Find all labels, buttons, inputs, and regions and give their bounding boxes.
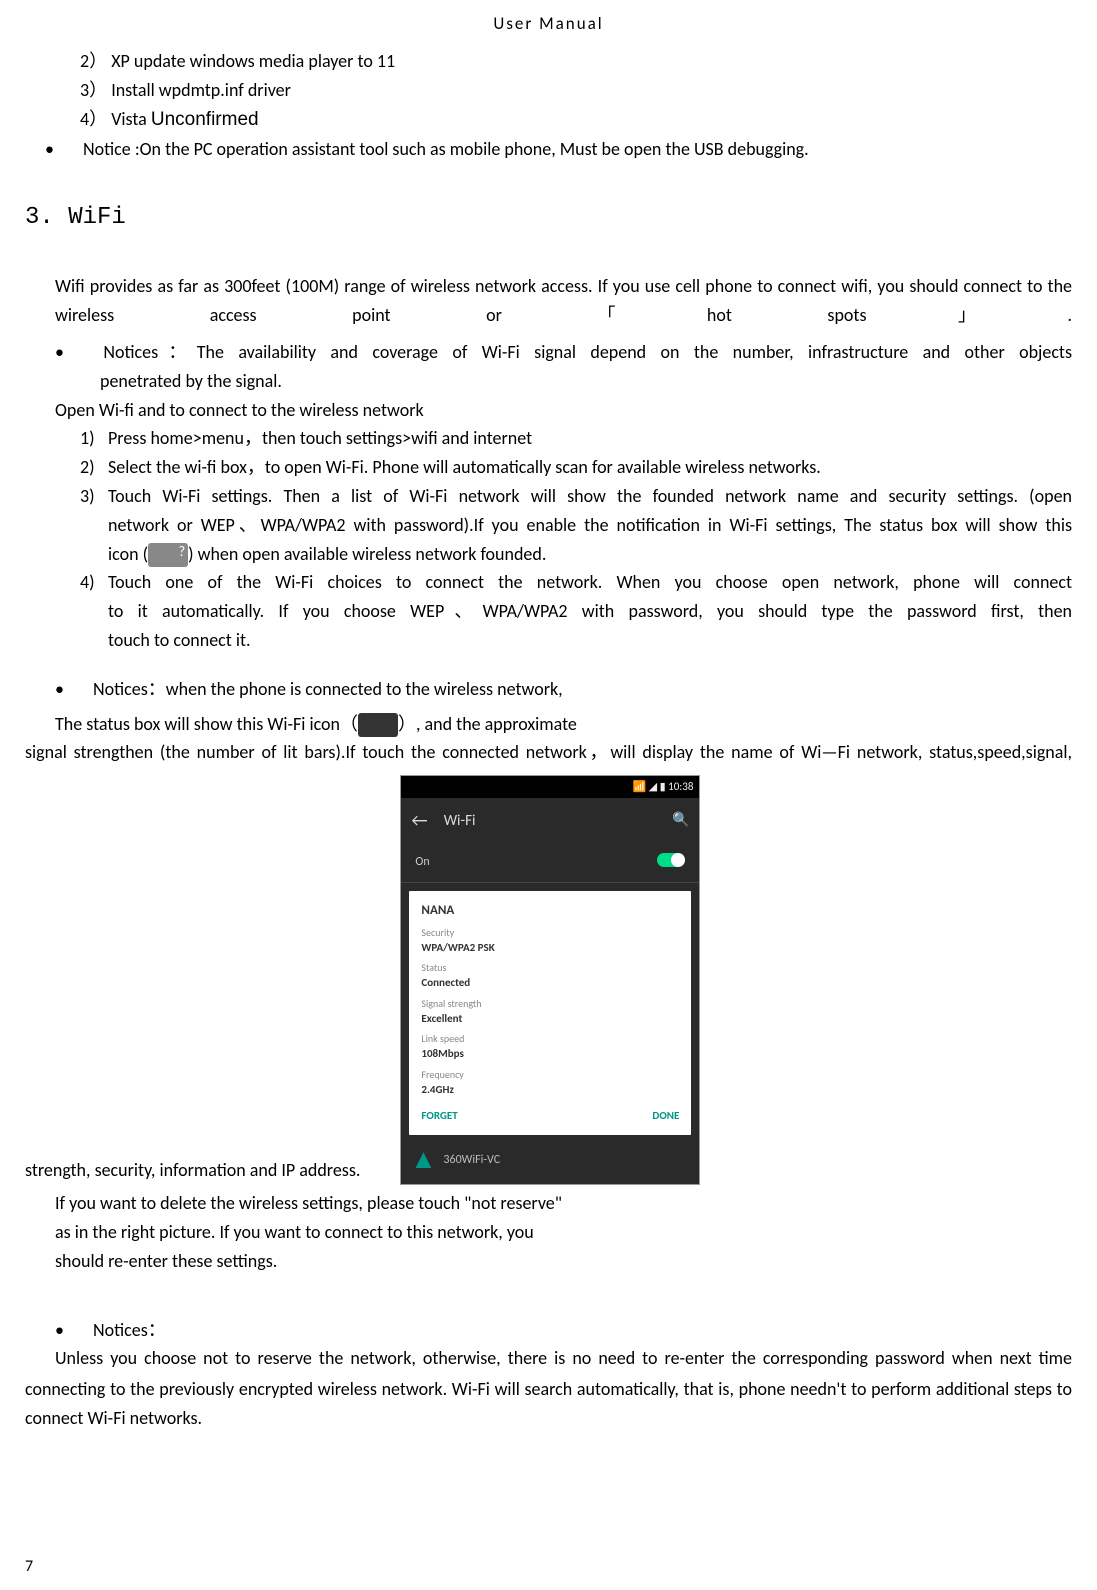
security-label: Security (421, 925, 679, 940)
final-notice: Notices： (55, 1316, 1072, 1345)
search-icon[interactable]: 🔍 (672, 809, 689, 831)
step-4: 4)Touch one of the Wi-Fi choices to conn… (80, 568, 1072, 597)
signal-line: signal strengthen (the number of lit bar… (25, 738, 1072, 767)
back-icon[interactable]: ← (411, 806, 427, 835)
section-heading-wifi: 3. WiFi (25, 199, 1072, 237)
open-wifi-heading: Open Wi-fi and to connect to the wireles… (55, 396, 1072, 425)
phone-status-bar: 📶 ◢ ▮ 10:38 (401, 776, 699, 798)
status-value: Connected (421, 975, 679, 992)
step-4-l3: touch to connect it. (108, 626, 1072, 655)
link-label: Link speed (421, 1031, 679, 1046)
list-item-4-prefix: 4） Vista (80, 108, 151, 130)
network-name: NANA (421, 901, 679, 921)
page-header: User Manual (25, 10, 1072, 37)
step-4-l1: Touch one of the Wi-Fi choices to connec… (108, 571, 1072, 593)
list-item-2: 2） XP update windows media player to 11 (80, 47, 1072, 76)
phone-time: 10:38 (668, 780, 693, 793)
notice-availability-label: Notices： (103, 341, 196, 363)
signal-value: Excellent (421, 1011, 679, 1028)
final-p1: Unless you choose not to reserve the net… (55, 1344, 1072, 1373)
link-value: 108Mbps (421, 1046, 679, 1063)
step-3-icon-pre: icon ( (108, 543, 148, 565)
network-row-1[interactable]: 360WiFi-VC (401, 1143, 699, 1178)
freq-value: 2.4GHz (421, 1082, 679, 1099)
final-notice-label: Notices： (93, 1319, 166, 1341)
strength-line: strength, security, information and IP a… (25, 1156, 360, 1185)
step-1-text: Press home>menu，then touch settings>wifi… (108, 427, 532, 449)
network-row-2[interactable]: 360WiFi-C91D (401, 1178, 699, 1185)
statusbox-post: ）, and the approximate (398, 713, 577, 735)
list-item-4: 4） Vista Unconfirmed (80, 105, 1072, 135)
wifi-details-dialog: NANA Security WPA/WPA2 PSK Status Connec… (409, 891, 691, 1135)
wifi-toggle[interactable] (657, 853, 685, 867)
done-button[interactable]: DONE (652, 1108, 679, 1125)
step-3: 3)Touch Wi-Fi settings. Then a list of W… (80, 482, 1072, 511)
step-3-l2: network or WEP、WPA/WPA2 with password).I… (108, 511, 1072, 540)
notice-connected-label: Notices： (93, 678, 166, 700)
notice-availability-l2: penetrated by the signal. (100, 367, 1072, 396)
step-3-icon-post: ) when open available wireless network f… (188, 543, 546, 565)
delete-p3: should re-enter these settings. (55, 1247, 1072, 1276)
wifi-icon (415, 1152, 431, 1168)
final-p2: connecting to the previously encrypted w… (25, 1375, 1072, 1433)
phone-screenshot: 📶 ◢ ▮ 10:38 ← Wi-Fi 🔍 On NANA Security W… (400, 775, 700, 1185)
page-number: 7 (25, 1554, 33, 1580)
wifi-intro: Wifi provides as far as 300feet (100M) r… (55, 272, 1072, 330)
wifi-on-label: On (415, 853, 429, 872)
status-label: Status (421, 960, 679, 975)
delete-p1: If you want to delete the wireless setti… (55, 1189, 1072, 1218)
step-3-l1: Touch Wi-Fi settings. Then a list of Wi-… (108, 485, 1072, 507)
notice-connected-text: when the phone is connected to the wirel… (166, 678, 563, 700)
freq-label: Frequency (421, 1067, 679, 1082)
net1-name: 360WiFi-VC (443, 1151, 500, 1170)
top-notice-text: Notice :On the PC operation assistant to… (83, 138, 809, 160)
statusbox-pre: The status box will show this Wi-Fi icon… (55, 713, 358, 735)
step-3-l3: icon ( ) when open available wireless net… (108, 540, 1072, 569)
signal-label: Signal strength (421, 996, 679, 1011)
step-2: 2)Select the wi-fi box，to open Wi-Fi. Ph… (80, 453, 1072, 482)
notice-availability-l1: The availability and coverage of Wi-Fi s… (197, 341, 1072, 363)
phone-screen-title: Wi-Fi (444, 809, 672, 833)
step-1: 1)Press home>menu，then touch settings>wi… (80, 424, 1072, 453)
delete-p2: as in the right picture. If you want to … (55, 1218, 1072, 1247)
step-2-text: Select the wi-fi box，to open Wi-Fi. Phon… (108, 456, 821, 478)
notice-connected: Notices：when the phone is connected to t… (55, 675, 1072, 704)
forget-button[interactable]: FORGET (421, 1108, 457, 1125)
list-item-4-suffix: Unconfirmed (151, 109, 259, 130)
top-notice: Notice :On the PC operation assistant to… (45, 135, 1072, 164)
list-item-3: 3） Install wpdmtp.inf driver (80, 76, 1072, 105)
security-value: WPA/WPA2 PSK (421, 940, 679, 957)
statusbox-line: The status box will show this Wi-Fi icon… (55, 710, 1072, 739)
step-4-l2: to it automatically. If you choose WEP、W… (108, 597, 1072, 626)
wifi-connected-icon (358, 713, 398, 737)
wifi-available-icon (148, 543, 188, 567)
notice-availability: Notices：The availability and coverage of… (55, 338, 1072, 367)
